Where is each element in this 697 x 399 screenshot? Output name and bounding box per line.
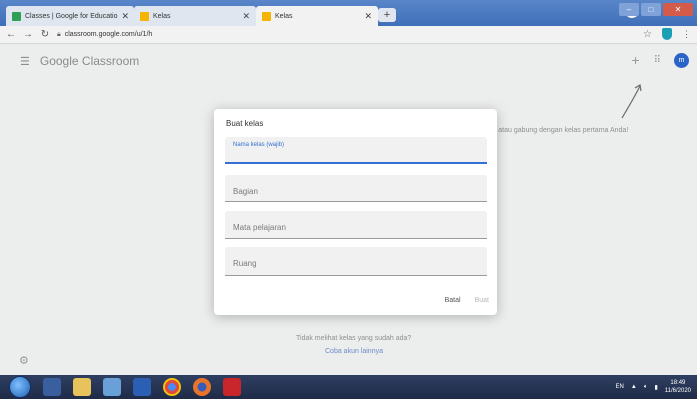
extension-icon[interactable] xyxy=(662,28,672,40)
bookmark-star-icon[interactable]: ☆ xyxy=(643,29,652,40)
new-tab-button[interactable]: + xyxy=(378,8,396,22)
close-tab-icon[interactable]: ✕ xyxy=(121,11,129,22)
cancel-button[interactable]: Batal xyxy=(445,297,461,304)
browser-tab-strip: Classes | Google for Educatio ✕ Kelas ✕ … xyxy=(0,0,697,26)
reload-icon[interactable]: ↻ xyxy=(39,29,51,40)
firefox-icon[interactable] xyxy=(193,378,211,396)
tray-up-arrow-icon[interactable]: ▲ xyxy=(631,384,637,390)
settings-gear-icon[interactable]: ⚙ xyxy=(19,354,29,367)
hint-arrow-icon xyxy=(621,84,642,119)
tab-kelas-1[interactable]: Kelas ✕ xyxy=(134,6,256,26)
section-field[interactable]: Bagian xyxy=(225,175,487,202)
browser-toolbar: ← → ↻ 🔒︎ classroom.google.com/u/1/h ☆ ⋮ xyxy=(0,26,697,44)
word-icon[interactable] xyxy=(133,378,151,396)
section-label: Bagian xyxy=(233,187,258,196)
create-button[interactable]: Buat xyxy=(475,297,489,304)
window-controls: – □ ✕ xyxy=(619,3,693,16)
browser-menu-icon[interactable]: ⋮ xyxy=(682,29,691,40)
brand-title[interactable]: Google Classroom xyxy=(40,54,139,68)
control-panel-icon[interactable] xyxy=(103,378,121,396)
pdf-reader-icon[interactable] xyxy=(223,378,241,396)
app-header: ☰ Google Classroom + ⠿ m xyxy=(0,45,697,77)
maximize-icon[interactable]: □ xyxy=(641,3,661,16)
tab-title: Kelas xyxy=(275,12,293,20)
class-name-label: Nama kelas (wajib) xyxy=(233,142,285,148)
room-field[interactable]: Ruang xyxy=(225,247,487,276)
start-button-icon[interactable] xyxy=(9,376,31,398)
lock-icon: 🔒︎ xyxy=(57,30,61,38)
classroom-favicon-icon xyxy=(12,11,21,21)
clock[interactable]: 18:49 11/6/2020 xyxy=(665,379,691,395)
hamburger-menu-icon[interactable]: ☰ xyxy=(20,55,30,68)
account-avatar[interactable]: m xyxy=(674,52,689,68)
subject-field[interactable]: Mata pelajaran xyxy=(225,211,487,239)
back-icon[interactable]: ← xyxy=(5,29,17,40)
subject-label: Mata pelajaran xyxy=(233,223,286,232)
class-name-field[interactable]: Nama kelas (wajib) xyxy=(225,137,487,164)
tab-title: Kelas xyxy=(153,12,171,20)
tab-kelas-2[interactable]: Kelas ✕ xyxy=(256,6,378,26)
address-url: classroom.google.com/u/1/h xyxy=(64,31,153,38)
classroom-favicon-icon xyxy=(262,11,271,21)
chrome-icon[interactable] xyxy=(163,378,181,396)
media-player-icon[interactable] xyxy=(43,378,61,396)
minimize-icon[interactable]: – xyxy=(619,3,639,16)
dialog-title: Buat kelas xyxy=(226,119,264,128)
room-label: Ruang xyxy=(233,259,257,268)
tab-title: Classes | Google for Educatio xyxy=(25,12,118,20)
create-class-dialog: Buat kelas Nama kelas (wajib) Bagian Mat… xyxy=(214,109,497,315)
hint-text: r atau gabung dengan kelas pertama Anda! xyxy=(494,127,629,134)
try-another-account-link[interactable]: Coba akun lainnya xyxy=(325,348,383,355)
close-tab-icon[interactable]: ✕ xyxy=(242,11,250,22)
address-bar[interactable]: 🔒︎ classroom.google.com/u/1/h xyxy=(57,31,152,39)
classroom-favicon-icon xyxy=(140,11,149,21)
add-class-icon[interactable]: + xyxy=(631,52,639,68)
window-close-icon[interactable]: ✕ xyxy=(663,3,693,16)
windows-taskbar: EN ▲ 🔈︎ ▮ 18:49 11/6/2020 xyxy=(0,375,697,399)
file-explorer-icon[interactable] xyxy=(73,378,91,396)
clock-time: 18:49 xyxy=(670,380,686,386)
language-indicator[interactable]: EN xyxy=(616,384,624,390)
volume-icon[interactable]: 🔈︎ xyxy=(644,384,648,391)
google-apps-icon[interactable]: ⠿ xyxy=(654,55,661,66)
close-tab-icon[interactable]: ✕ xyxy=(364,11,372,22)
network-icon[interactable]: ▮ xyxy=(654,384,657,391)
clock-date: 11/6/2020 xyxy=(664,388,691,394)
no-classes-text: Tidak melihat kelas yang sudah ada? xyxy=(296,335,412,342)
forward-icon[interactable]: → xyxy=(22,29,34,40)
system-tray: EN ▲ 🔈︎ ▮ 18:49 11/6/2020 xyxy=(616,375,691,399)
tab-classes[interactable]: Classes | Google for Educatio ✕ xyxy=(6,6,134,26)
